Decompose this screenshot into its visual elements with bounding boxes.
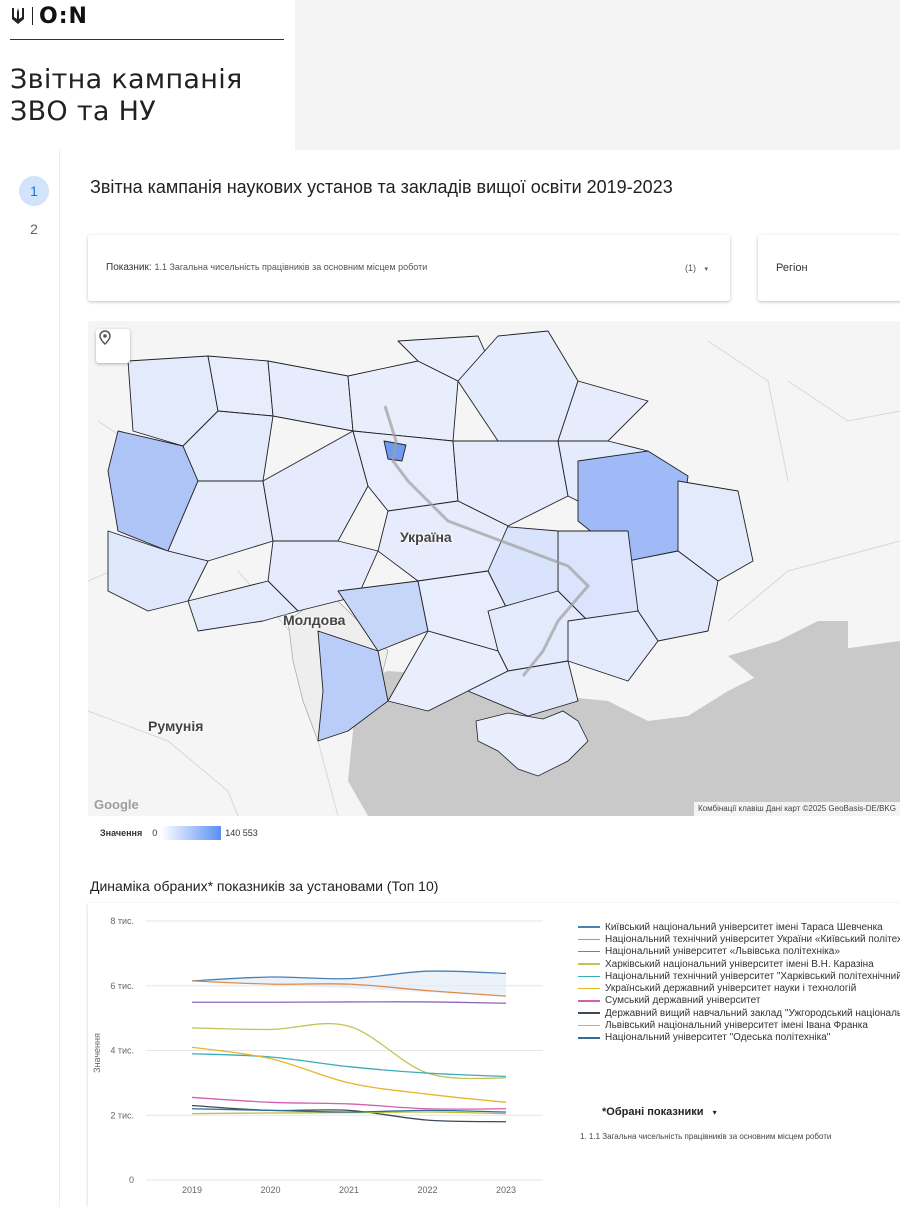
legend-item-label: Харківський національний університет іме…	[605, 958, 874, 970]
indicator-filter-text: Показник: 1.1 Загальна чисельність праці…	[106, 262, 427, 273]
brand-name: O:N	[39, 3, 88, 29]
chart-legend-item[interactable]: Львівський національний університет імен…	[578, 1019, 900, 1031]
chart-x-tick-label: 2023	[496, 1185, 516, 1195]
chart-y-tick-label: 8 тис.	[110, 916, 134, 926]
chart-y-axis-label: Значення	[92, 1033, 102, 1073]
map-label-romania: Румунія	[148, 718, 204, 734]
legend-item-label: Сумський державний університет	[605, 995, 761, 1007]
brand-divider	[32, 7, 33, 25]
map-label-ukraine: Україна	[400, 529, 452, 545]
legend-item-label: Львівський національний університет імен…	[605, 1020, 868, 1032]
chart-legend-item[interactable]: Сумський державний університет	[578, 995, 900, 1007]
chart-x-tick-label: 2020	[260, 1185, 280, 1195]
chart-series-line	[191, 1001, 507, 1004]
chart-legend: Київський національний університет імені…	[578, 921, 900, 1044]
locate-button[interactable]	[96, 329, 130, 363]
chart-y-tick-label: 6 тис.	[110, 981, 134, 991]
selected-header-text: *Обрані показники	[602, 1106, 704, 1118]
legend-swatch	[578, 926, 600, 928]
legend-gradient	[161, 826, 222, 840]
geo-map[interactable]: Україна Молдова Румунія Google Комбінаці…	[88, 321, 900, 816]
chart-series-line	[191, 1096, 507, 1110]
chart-legend-item[interactable]: Харківський національний університет іме…	[578, 958, 900, 970]
legend-item-label: Український державний університет науки …	[605, 983, 857, 995]
brand-underline	[10, 39, 284, 40]
legend-swatch	[578, 950, 600, 953]
selected-indicators-header[interactable]: *Обрані показники ▾	[602, 1106, 717, 1118]
legend-item-label: Національний технічний університет "Харк…	[605, 970, 900, 982]
chart-y-tick-label: 0	[129, 1175, 134, 1185]
line-chart-card: Значення 0 2 тис. 4 тис. 6 тис. 8 тис. 2019 20…	[88, 903, 900, 1207]
legend-item-label: Національний університет «Львівська полі…	[605, 946, 840, 958]
map-attribution[interactable]: Комбінації клавіш Дані карт ©2025 GeoBas…	[694, 802, 900, 816]
indicator-filter[interactable]: Показник: 1.1 Загальна чисельність праці…	[88, 235, 730, 301]
map-canvas	[88, 321, 900, 816]
page-2-button[interactable]: 2	[19, 214, 49, 244]
chart-series-line	[191, 1023, 507, 1080]
chart-legend-item[interactable]: Національний технічний університет "Харк…	[578, 970, 900, 982]
legend-item-label: Національний університет "Одеська політе…	[605, 1032, 831, 1044]
page: O:N Звітна кампанія ЗВО та НУ 1 2 Звітна…	[0, 0, 900, 1207]
region-filter[interactable]: Регіон	[758, 235, 900, 301]
legend-min: 0	[152, 828, 158, 838]
legend-swatch	[578, 987, 600, 990]
brand-title-line1: Звітна кампанія	[10, 64, 243, 95]
indicator-filter-label: Показник	[106, 262, 149, 273]
location-pin-icon	[99, 330, 111, 346]
legend-swatch	[578, 975, 600, 978]
legend-item-label: Київський національний університет імені…	[605, 921, 883, 933]
brand-panel: O:N Звітна кампанія ЗВО та НУ	[0, 0, 295, 150]
caret-down-icon: ▾	[712, 1108, 717, 1117]
brand-title: Звітна кампанія ЗВО та НУ	[10, 64, 243, 128]
legend-swatch	[578, 1037, 600, 1039]
legend-swatch	[578, 938, 600, 941]
legend-swatch	[578, 1000, 600, 1002]
chart-title: Динаміка обраних* показників за установа…	[90, 878, 439, 894]
legend-label: Значення	[100, 828, 143, 838]
legend-item-label: Державний вищий навчальний заклад "Ужгор…	[605, 1007, 900, 1019]
legend-item-label: Національний технічний університет Украї…	[605, 933, 900, 945]
chart-series-line	[191, 1053, 507, 1078]
indicator-count-text: (1)	[684, 263, 696, 273]
indicator-filter-count: (1) ▾	[685, 263, 708, 273]
legend-swatch	[578, 1012, 600, 1014]
chart-legend-item[interactable]: Державний вищий навчальний заклад "Ужгор…	[578, 1007, 900, 1019]
google-logo: Google	[94, 797, 139, 812]
report-title: Звітна кампанія наукових установ та закл…	[90, 177, 673, 197]
legend-swatch	[578, 963, 600, 965]
chart-legend-item[interactable]: Український державний університет науки …	[578, 982, 900, 994]
indicator-filter-value: 1.1 Загальна чисельність працівників за …	[154, 262, 428, 272]
brand-title-line2: ЗВО та НУ	[10, 96, 156, 127]
map-label-moldova: Молдова	[283, 612, 346, 628]
brand-logo[interactable]: O:N	[10, 3, 88, 29]
chart-x-tick-label: 2019	[182, 1185, 202, 1195]
chart-x-tick-label: 2022	[417, 1185, 437, 1195]
map-legend: Значення 0 140 553	[100, 826, 258, 840]
legend-swatch	[578, 1024, 600, 1027]
trident-icon	[12, 8, 24, 24]
chart-y-tick-label: 2 тис.	[110, 1110, 134, 1120]
chart-legend-item[interactable]: Національний університет "Одеська політе…	[578, 1032, 900, 1044]
page-1-button[interactable]: 1	[19, 176, 49, 206]
caret-down-icon: ▾	[704, 266, 708, 273]
region-filter-label: Регіон	[776, 262, 808, 274]
legend-max: 140 553	[225, 828, 258, 838]
chart-legend-item[interactable]: Київський національний університет імені…	[578, 921, 900, 933]
selected-indicator-item: 1. 1.1 Загальна чисельність працівників …	[580, 1132, 832, 1141]
chart-legend-item[interactable]: Національний технічний університет Украї…	[578, 933, 900, 945]
chart-x-tick-label: 2021	[339, 1185, 359, 1195]
header-band	[295, 0, 900, 150]
chart-legend-item[interactable]: Національний університет «Львівська полі…	[578, 946, 900, 958]
page-navigation: 1 2	[0, 150, 60, 1207]
chart-y-tick-label: 4 тис.	[110, 1046, 134, 1056]
